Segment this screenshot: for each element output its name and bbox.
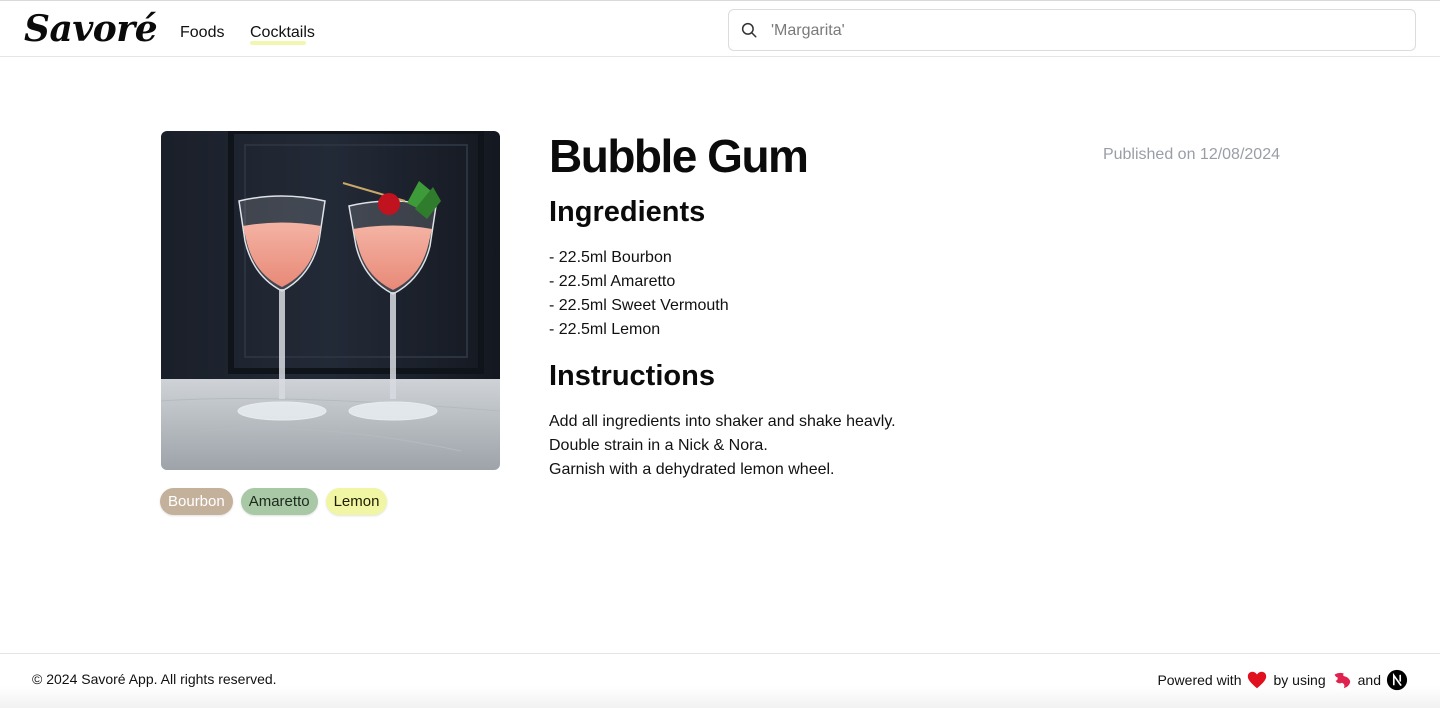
tag-bourbon[interactable]: Bourbon [160,488,233,515]
ingredient-item: - 22.5ml Bourbon [549,249,672,266]
ingredient-item: - 22.5ml Amaretto [549,273,676,290]
ingredients-list: - 22.5ml Bourbon - 22.5ml Amaretto - 22.… [549,246,729,342]
nestjs-icon[interactable] [1331,669,1353,691]
cocktail-photo-illustration [161,131,500,470]
logo[interactable]: Savoré [24,8,158,50]
nav-link-cocktails-label: Cocktails [250,24,315,41]
tag-lemon[interactable]: Lemon [325,488,388,515]
tag-amaretto[interactable]: Amaretto [240,488,318,515]
nextjs-icon[interactable] [1386,669,1408,691]
instruction-step: Double strain in a Nick & Nora. [549,437,768,454]
nav-link-foods[interactable]: Foods [180,23,224,43]
tag-list: Bourbon Amaretto Lemon [160,488,388,515]
top-navbar: Savoré Foods Cocktails [0,1,1440,57]
powered-prefix: Powered with [1157,672,1242,688]
recipe-title: Bubble Gum [549,130,809,182]
and-text: and [1357,672,1381,688]
published-date: Published on 12/08/2024 [1102,146,1280,163]
instructions-list: Add all ingredients into shaker and shak… [549,410,896,482]
nav-link-cocktails[interactable]: Cocktails [250,23,315,45]
footer: © 2024 Savoré App. All rights reserved. … [0,653,1440,708]
ingredient-item: - 22.5ml Sweet Vermouth [549,297,729,314]
instructions-heading: Instructions [549,360,715,392]
instruction-step: Add all ingredients into shaker and shak… [549,413,896,430]
copyright-text: © 2024 Savoré App. All rights reserved. [32,671,277,687]
by-using-text: by using [1273,672,1326,688]
ingredient-item: - 22.5ml Lemon [549,321,661,338]
powered-by: Powered with by using and [1157,669,1408,691]
search-box[interactable] [728,9,1416,51]
ingredients-heading: Ingredients [549,196,706,228]
search-icon [741,22,757,38]
instruction-step: Garnish with a dehydrated lemon wheel. [549,461,835,478]
active-nav-underline [250,41,306,45]
heart-icon [1248,671,1267,689]
cocktail-photo [161,131,500,470]
search-input[interactable] [769,16,1393,46]
